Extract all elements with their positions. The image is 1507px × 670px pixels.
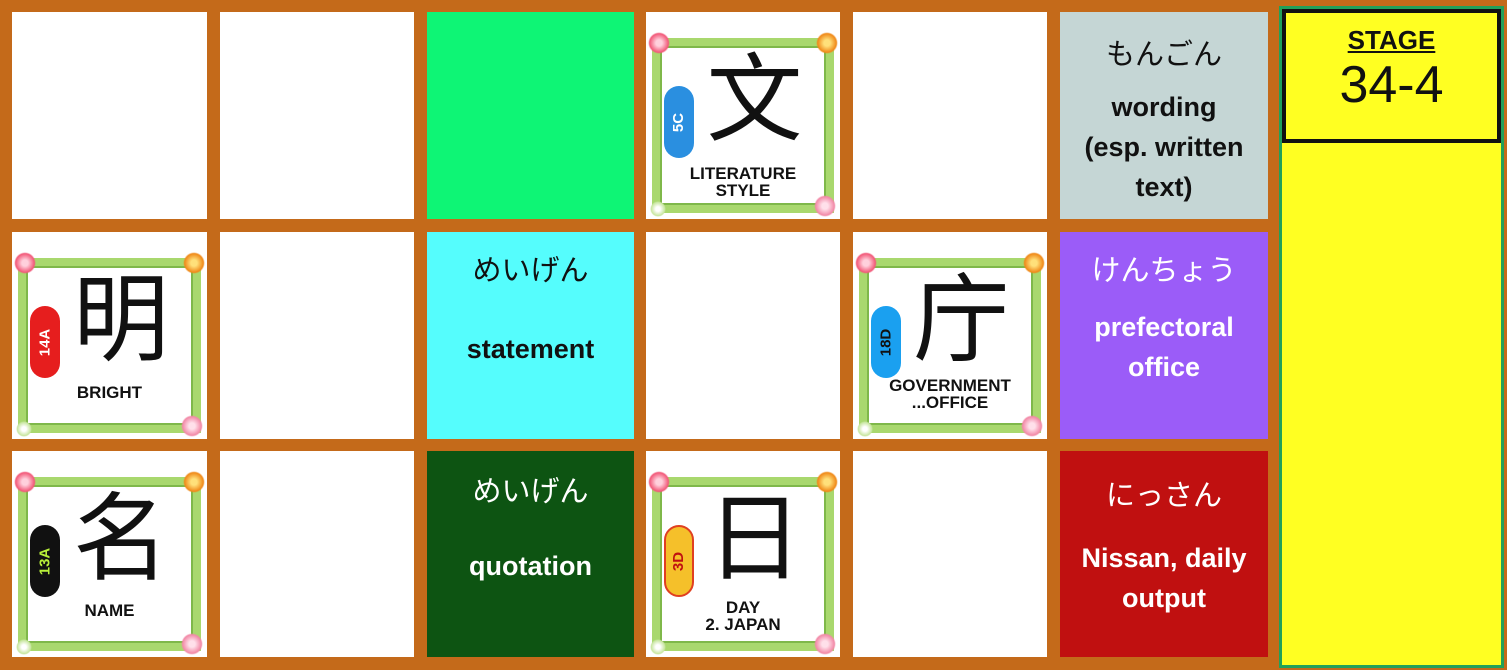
card-green-solid[interactable] — [427, 12, 634, 219]
kanji-character: 文 — [706, 44, 803, 156]
kanji-card-literature[interactable]: 5C 文 LITERATURE STYLE — [646, 12, 840, 219]
stage-label: STAGE — [1347, 25, 1436, 55]
game-board: 5C 文 LITERATURE STYLE もんごん wording (esp.… — [0, 0, 1278, 670]
flower-icon — [14, 471, 36, 493]
flower-icon — [16, 639, 32, 655]
flower-icon — [650, 201, 666, 217]
flower-icon — [1023, 252, 1045, 274]
kanji-meaning: DAY 2. JAPAN — [705, 598, 781, 634]
word-meaning: Nissan, daily output — [1081, 543, 1247, 613]
word-meaning: wording (esp. written text) — [1084, 92, 1244, 202]
kanji-badge: 5C — [664, 86, 694, 158]
kanji-card-day[interactable]: 3D 日 DAY 2. JAPAN — [646, 451, 840, 657]
word-card-meigen-quotation[interactable]: めいげん quotation — [427, 451, 634, 657]
word-card-mongon[interactable]: もんごん wording (esp. written text) — [1060, 12, 1268, 219]
kanji-meaning: GOVERNMENT ...OFFICE — [889, 376, 1011, 412]
kanji-character: 名 — [73, 483, 170, 595]
side-panel: STAGE 34-4 — [1279, 6, 1504, 668]
flower-icon — [816, 32, 838, 54]
flower-icon — [650, 639, 666, 655]
word-meaning: statement — [466, 334, 595, 364]
flower-icon — [16, 421, 32, 437]
kanji-character: 明 — [73, 264, 170, 376]
kanji-badge: 3D — [664, 525, 694, 597]
kanji-meaning: LITERATURE STYLE — [689, 164, 797, 200]
kanji-card-government-office[interactable]: 18D 庁 GOVERNMENT ...OFFICE — [853, 232, 1047, 439]
flower-icon — [181, 415, 203, 437]
word-meaning: prefectoral office — [1094, 312, 1234, 382]
flower-icon — [183, 471, 205, 493]
word-card-kenchou[interactable]: けんちょう prefectoral office — [1060, 232, 1268, 439]
flower-icon — [648, 471, 670, 493]
word-card-meigen-statement[interactable]: めいげん statement — [427, 232, 634, 439]
word-reading: けんちょう — [1091, 253, 1237, 287]
flower-icon — [648, 32, 670, 54]
kanji-meaning: NAME — [84, 601, 135, 620]
flower-icon — [183, 252, 205, 274]
kanji-badge: 14A — [30, 306, 60, 378]
flower-icon — [14, 252, 36, 274]
word-reading: にっさん — [1105, 478, 1222, 512]
card-blank[interactable] — [12, 12, 207, 219]
card-blank[interactable] — [853, 12, 1047, 219]
word-reading: めいげん — [472, 474, 589, 508]
flower-icon — [1021, 415, 1043, 437]
card-blank[interactable] — [220, 232, 414, 439]
stage-box: STAGE 34-4 — [1282, 9, 1501, 143]
stage-number: 34-4 — [1339, 56, 1444, 114]
word-reading: もんごん — [1105, 37, 1222, 71]
flower-icon — [855, 252, 877, 274]
word-reading: めいげん — [472, 253, 589, 287]
kanji-meaning: BRIGHT — [76, 383, 143, 402]
flower-icon — [181, 633, 203, 655]
kanji-character: 日 — [706, 483, 803, 595]
kanji-card-name[interactable]: 13A 名 NAME — [12, 451, 207, 657]
kanji-character: 庁 — [913, 264, 1010, 376]
flower-icon — [814, 633, 836, 655]
card-blank[interactable] — [220, 451, 414, 657]
card-blank[interactable] — [220, 12, 414, 219]
flower-icon — [816, 471, 838, 493]
kanji-card-bright[interactable]: 14A 明 BRIGHT — [12, 232, 207, 439]
flower-icon — [857, 421, 873, 437]
card-blank[interactable] — [646, 232, 840, 439]
word-card-nissan[interactable]: にっさん Nissan, daily output — [1060, 451, 1268, 657]
kanji-badge: 18D — [871, 306, 901, 378]
kanji-badge: 13A — [30, 525, 60, 597]
card-blank[interactable] — [853, 451, 1047, 657]
word-meaning: quotation — [469, 551, 592, 581]
